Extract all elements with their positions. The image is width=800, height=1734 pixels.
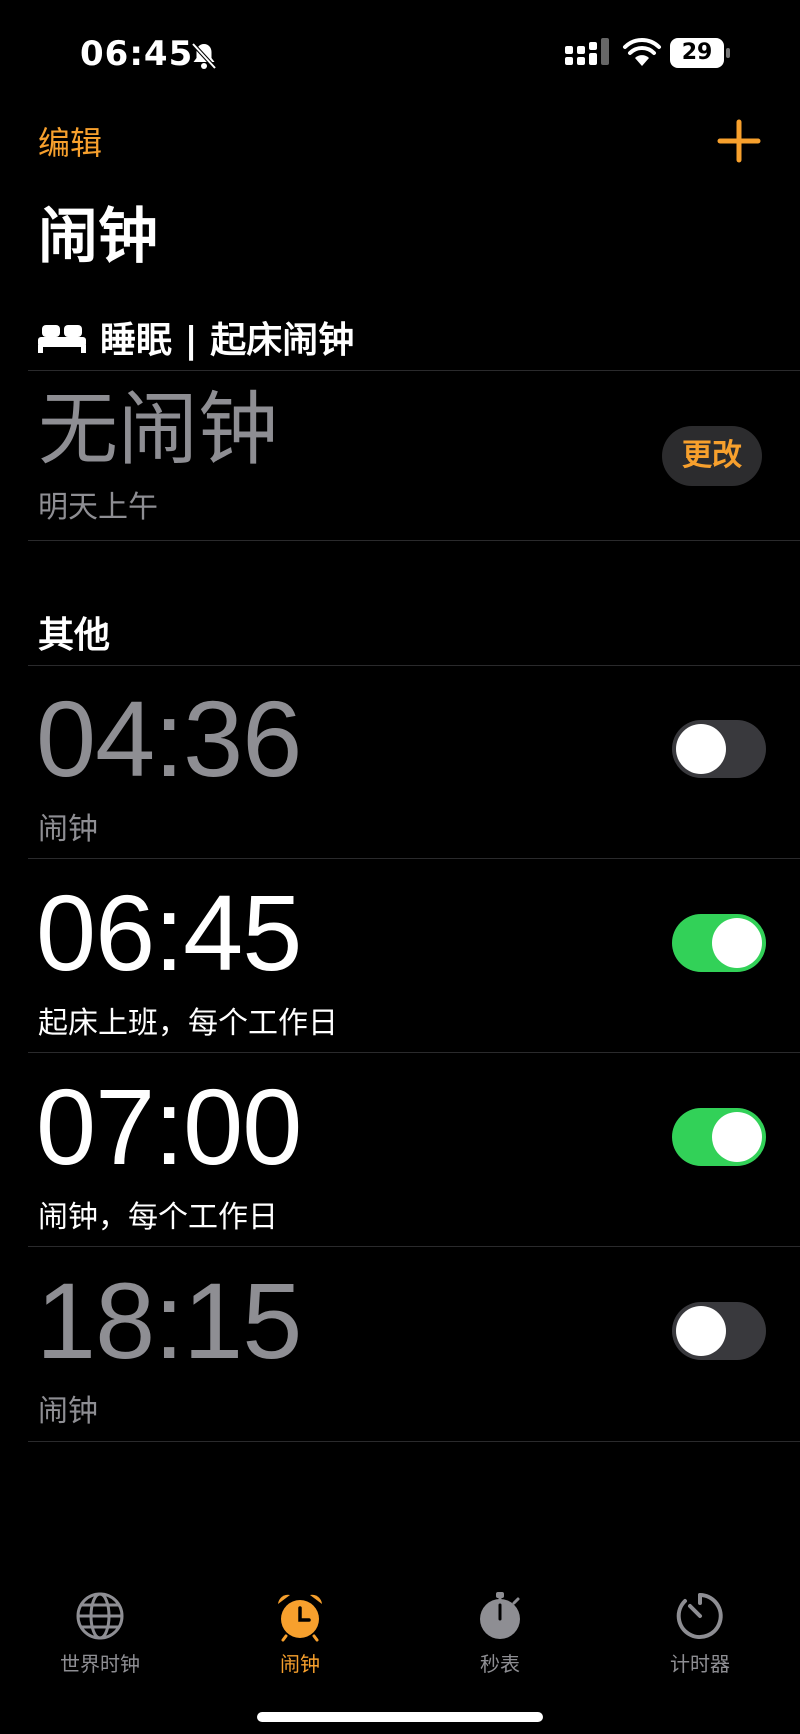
toggle-knob [676, 724, 726, 774]
divider [28, 1052, 800, 1053]
alarm-row[interactable]: 06:45 起床上班，每个工作日 [0, 860, 800, 1054]
alarm-toggle[interactable] [672, 914, 766, 972]
divider [28, 370, 800, 371]
divider [28, 858, 800, 859]
battery-percent: 29 [681, 40, 713, 65]
signal-icon [565, 38, 609, 65]
status-bar: 06:45 29 [0, 0, 800, 110]
alarm-clock-icon [278, 1594, 322, 1642]
toggle-knob [676, 1306, 726, 1356]
no-alarm-subtitle: 明天上午 [38, 490, 158, 525]
toggle-knob [712, 918, 762, 968]
alarm-time: 06:45 [36, 872, 302, 993]
plus-icon[interactable] [716, 118, 762, 164]
stopwatch-icon [480, 1592, 520, 1639]
tab-bar: 世界时钟 闹钟 秒表 计时器 [0, 1580, 800, 1700]
other-section-header: 其他 [38, 615, 111, 656]
divider [28, 1441, 800, 1442]
page-title: 闹钟 [38, 202, 158, 272]
divider [28, 540, 800, 541]
tab-alarm[interactable]: 闹钟 [200, 1580, 400, 1677]
edit-button[interactable]: 编辑 [38, 118, 102, 164]
alarm-time: 04:36 [36, 678, 302, 799]
no-alarm-label: 无闹钟 [38, 383, 278, 476]
alarm-row[interactable]: 07:00 闹钟，每个工作日 [0, 1054, 800, 1248]
tab-label: 世界时钟 [60, 1652, 140, 1676]
alarm-toggle[interactable] [672, 720, 766, 778]
sleep-section-header: 睡眠 | 起床闹钟 [38, 312, 354, 362]
tab-stopwatch[interactable]: 秒表 [400, 1580, 600, 1677]
alarm-row[interactable]: 18:15 闹钟 [0, 1248, 800, 1442]
alarm-row[interactable]: 04:36 闹钟 [0, 666, 800, 860]
tab-timer[interactable]: 计时器 [600, 1580, 800, 1677]
tab-world-clock[interactable]: 世界时钟 [0, 1580, 200, 1677]
sleep-header-label: 睡眠 | 起床闹钟 [100, 320, 355, 361]
bed-icon [38, 325, 86, 353]
alarm-toggle[interactable] [672, 1108, 766, 1166]
alarm-time: 07:00 [36, 1066, 302, 1187]
battery-icon: 29 [670, 38, 730, 68]
globe-icon [76, 1592, 124, 1640]
tab-label: 闹钟 [280, 1652, 320, 1676]
tab-label: 秒表 [480, 1652, 520, 1676]
bell-slash-icon [191, 42, 217, 70]
alarm-label: 闹钟 [38, 1394, 98, 1429]
alarm-time: 18:15 [36, 1260, 302, 1381]
alarm-label: 闹钟，每个工作日 [38, 1200, 278, 1235]
divider [28, 1246, 800, 1247]
alarm-label: 闹钟 [38, 812, 98, 847]
change-button[interactable]: 更改 [662, 426, 762, 486]
home-indicator [257, 1712, 543, 1722]
toggle-knob [712, 1112, 762, 1162]
timer-icon [676, 1593, 723, 1639]
wifi-icon [623, 37, 661, 66]
status-time: 06:45 [80, 34, 194, 74]
alarm-label: 起床上班，每个工作日 [38, 1006, 338, 1041]
tab-label: 计时器 [670, 1652, 730, 1676]
alarm-toggle[interactable] [672, 1302, 766, 1360]
